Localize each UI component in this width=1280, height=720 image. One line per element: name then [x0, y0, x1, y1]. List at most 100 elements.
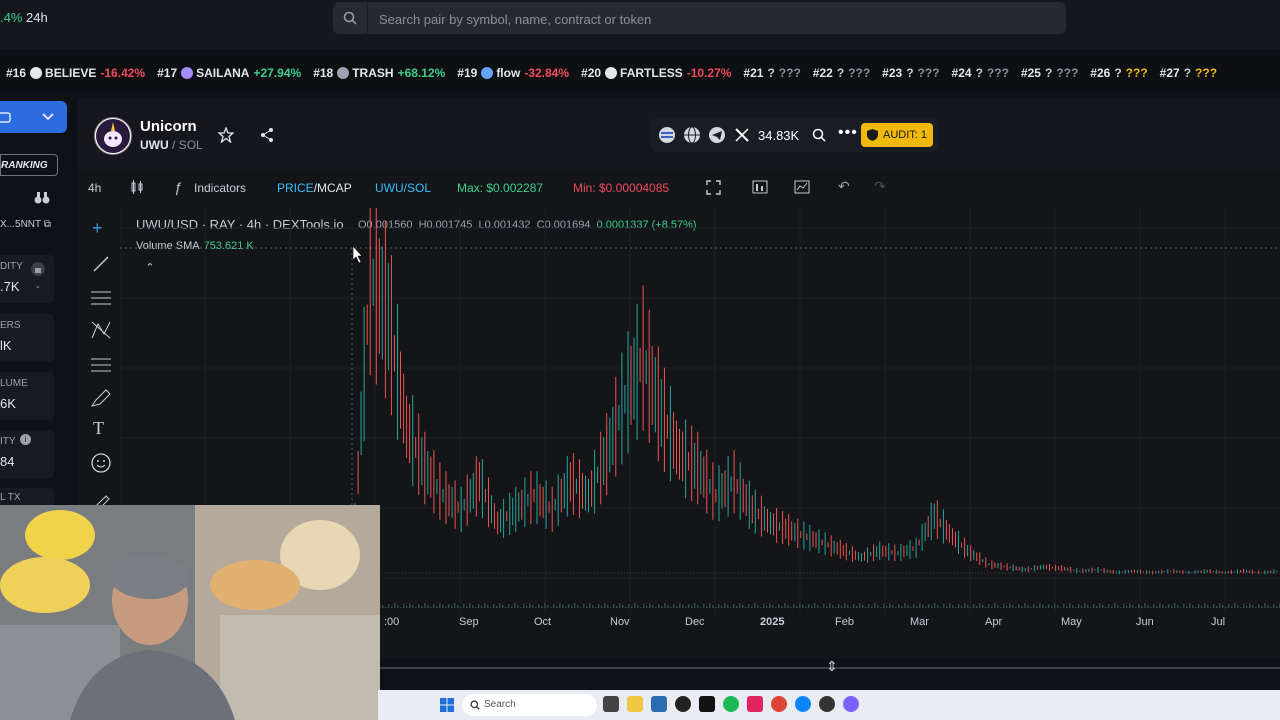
volume-bar: [403, 604, 405, 608]
edge-icon[interactable]: [795, 696, 811, 712]
volume-bar: [760, 607, 762, 608]
mcap-option[interactable]: /MCAP: [314, 181, 352, 195]
ticker-rank: #26: [1090, 66, 1111, 80]
ticker-item[interactable]: #17 SAILANA +27.94%: [157, 66, 301, 80]
capcut-icon[interactable]: [699, 696, 715, 712]
volume-bar: [1228, 604, 1230, 608]
indicators-icon[interactable]: ƒ: [174, 179, 182, 195]
volume-bar: [1072, 605, 1074, 608]
store-icon[interactable]: [651, 696, 667, 712]
ticker-item[interactable]: #18 TRASH +68.12%: [313, 66, 445, 80]
volume-bar: [682, 605, 684, 608]
time-tick-label: Feb: [835, 616, 854, 628]
brush-icon[interactable]: [90, 388, 112, 408]
volume-bar: [499, 603, 501, 608]
ticker-change: ???: [848, 66, 871, 80]
obs-icon[interactable]: [819, 696, 835, 712]
ticker-item[interactable]: #21????: [743, 66, 800, 80]
fib-lines-icon[interactable]: [90, 288, 112, 308]
volume-bar: [955, 607, 957, 608]
trend-line-icon[interactable]: [91, 254, 111, 274]
text-tool-icon[interactable]: T: [93, 418, 104, 439]
spotify-icon[interactable]: [723, 696, 739, 712]
coin-logo-icon: [337, 67, 350, 79]
telegram-icon[interactable]: [708, 126, 726, 144]
pair-toggle[interactable]: UWU/SOL: [375, 181, 431, 195]
interval-button[interactable]: 4h: [88, 181, 101, 195]
volume-bar: [715, 607, 717, 608]
price-mcap-toggle[interactable]: PRICE/MCAP: [277, 181, 352, 195]
ticker-item[interactable]: #27????: [1160, 66, 1217, 80]
file-explorer-icon[interactable]: [627, 696, 643, 712]
search-icon[interactable]: [333, 2, 368, 34]
ticker-item[interactable]: #19 flow -32.84%: [457, 66, 569, 80]
volume-bar: [886, 606, 888, 608]
windows-start-icon[interactable]: [440, 698, 454, 712]
favorite-button[interactable]: [211, 120, 241, 150]
crosshair-icon[interactable]: +: [92, 218, 103, 239]
emoji-icon[interactable]: [90, 452, 112, 474]
volume-bar: [658, 604, 660, 608]
taskbar-search[interactable]: Search: [462, 694, 597, 716]
volume-bar: [622, 605, 624, 608]
volume-bar: [838, 604, 840, 608]
search-twitter-icon[interactable]: [812, 128, 826, 142]
volume-bar: [1273, 604, 1275, 608]
ticker-name: ?: [767, 66, 775, 80]
volume-bar: [1057, 605, 1059, 608]
more-icon[interactable]: •••: [838, 124, 858, 142]
ticker-item[interactable]: #24????: [952, 66, 1009, 80]
candles-icon[interactable]: [130, 180, 144, 194]
volume-bar: [454, 603, 456, 608]
ticker-item[interactable]: #23????: [882, 66, 939, 80]
fullscreen-icon[interactable]: [706, 180, 721, 195]
volume-bar: [1048, 604, 1050, 608]
x-twitter-icon[interactable]: [734, 127, 750, 143]
ticker-item[interactable]: #16 BELIEVE -16.42%: [6, 66, 145, 80]
ranking-badge[interactable]: RANKING: [0, 154, 58, 176]
copy-icon[interactable]: ⧉: [44, 219, 51, 230]
task-view-icon[interactable]: [603, 696, 619, 712]
redo-icon[interactable]: ↷: [874, 178, 886, 195]
projection-icon[interactable]: [90, 354, 112, 374]
volume-bar: [424, 603, 426, 608]
volume-bar: [667, 605, 669, 608]
time-tick-label: Jul: [1211, 616, 1226, 628]
compare-icon[interactable]: [794, 180, 810, 194]
pattern-icon[interactable]: [90, 320, 112, 340]
token-address[interactable]: X...5NNT ⧉: [0, 219, 51, 230]
website-globe-icon[interactable]: [683, 126, 701, 144]
ticker-item[interactable]: #20 FARTLESS -10.27%: [581, 66, 731, 80]
alien-app-icon[interactable]: [675, 696, 691, 712]
price-option[interactable]: PRICE: [277, 181, 314, 195]
volume-bar: [475, 607, 477, 608]
ticker-item[interactable]: #22????: [813, 66, 870, 80]
mouse-cursor-icon: [352, 245, 363, 264]
indicators-button[interactable]: Indicators: [194, 181, 246, 195]
chrome-icon[interactable]: [771, 696, 787, 712]
volume-bar: [787, 605, 789, 608]
discord-icon[interactable]: [843, 696, 859, 712]
volume-bar: [1162, 605, 1164, 608]
binoculars-icon[interactable]: [34, 191, 50, 205]
ticker-rank: #17: [157, 66, 178, 80]
ticker-item[interactable]: #25????: [1021, 66, 1078, 80]
card-value: 6K: [0, 396, 16, 411]
share-button[interactable]: [252, 120, 282, 150]
search-bar[interactable]: [333, 2, 1066, 36]
search-input[interactable]: [377, 2, 1041, 36]
chart-type-icon[interactable]: [752, 180, 768, 194]
volume-bar: [415, 607, 417, 608]
coin-logo-icon: [605, 67, 618, 79]
exchange-logo-icon[interactable]: [658, 126, 676, 144]
volume-bar: [400, 607, 402, 608]
audit-button[interactable]: AUDIT: 1: [861, 123, 933, 147]
tiktok-icon[interactable]: [747, 696, 763, 712]
ticker-item[interactable]: #26????: [1090, 66, 1147, 80]
pane-resize-handle[interactable]: ⇕: [378, 658, 1280, 674]
chain-selector-button[interactable]: [0, 101, 67, 133]
undo-icon[interactable]: ↶: [838, 178, 850, 195]
volume-bar: [1003, 604, 1005, 608]
info-icon[interactable]: i: [20, 434, 31, 445]
volume-bar: [790, 607, 792, 608]
